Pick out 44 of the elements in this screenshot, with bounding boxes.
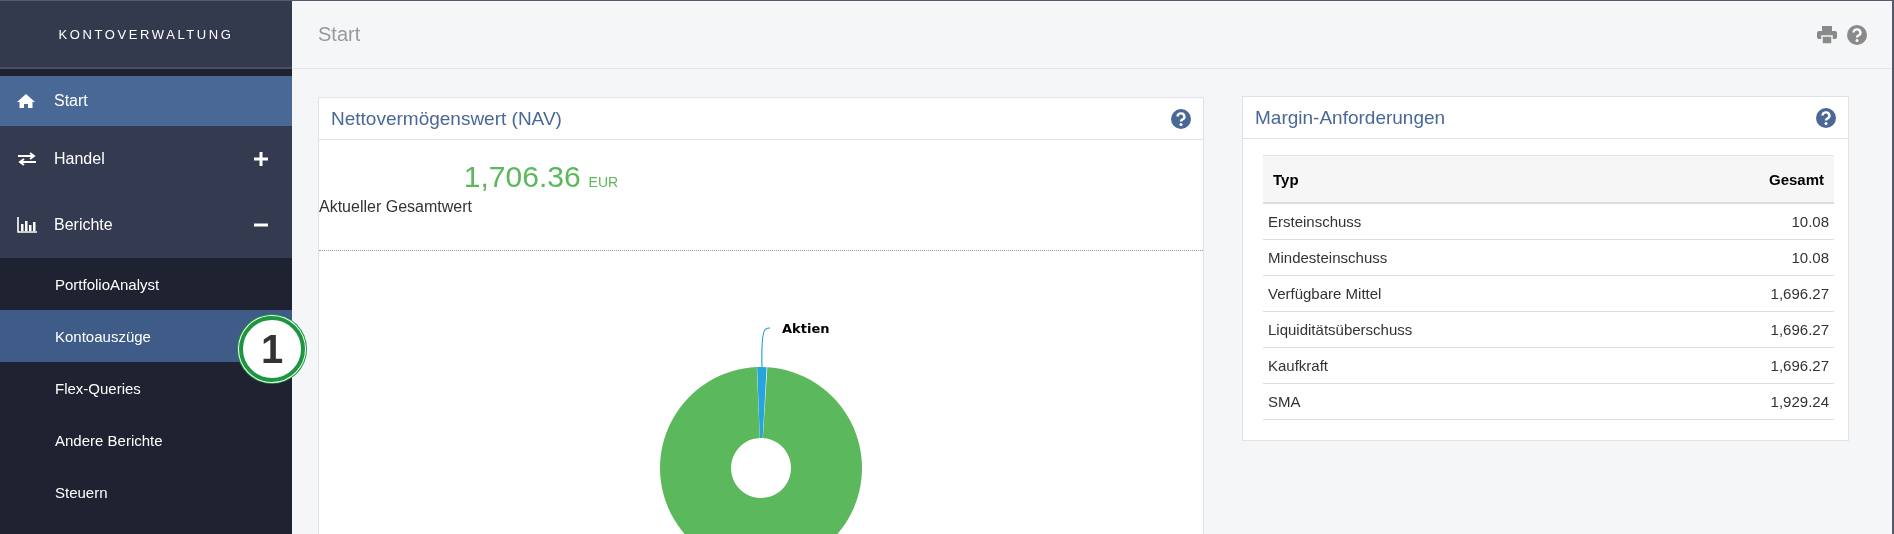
help-icon [1171, 108, 1191, 129]
table-cell: 1,696.27 [1647, 275, 1834, 312]
help-button[interactable] [1847, 24, 1867, 45]
panel-title: Margin-Anforderungen [1255, 106, 1446, 129]
nav-label: Start [54, 92, 89, 110]
currency-label: EUR [588, 174, 619, 190]
chart-label: Aktien [782, 321, 830, 336]
column-header: Typ [1263, 155, 1648, 203]
nav-label: Berichte [54, 216, 114, 234]
table-cell: 1,696.27 [1647, 311, 1834, 348]
table-cell: 10.08 [1647, 239, 1834, 276]
help-icon [1847, 24, 1867, 45]
swap-arrows-icon [17, 152, 37, 166]
column-header: Gesamt [1647, 155, 1834, 203]
value-caption: Aktueller Gesamtwert [319, 198, 472, 216]
leader-line [761, 327, 771, 368]
page-title: Start [318, 23, 361, 46]
help-button[interactable] [1816, 107, 1836, 128]
table-cell: Kaufkraft [1263, 347, 1648, 384]
help-icon [1816, 107, 1836, 128]
nav-item[interactable]: Handel [0, 126, 292, 192]
printer-icon [1817, 25, 1837, 44]
nav-subitem[interactable]: Andere Berichte [0, 414, 292, 466]
table-cell: Verfügbare Mittel [1263, 275, 1648, 312]
table-cell: 1,696.27 [1647, 347, 1834, 384]
panel-title: Nettovermögenswert (NAV) [331, 107, 562, 130]
table-cell: Mindesteinschuss [1263, 239, 1648, 276]
table-cell: Ersteinschuss [1263, 203, 1648, 240]
sidebar-title: KONTOVERWALTUNG [58, 26, 234, 42]
table-cell: SMA [1263, 383, 1648, 420]
home-icon [17, 93, 35, 109]
nav-value: 1,706.36 [463, 160, 581, 194]
table-cell: Liquiditätsüberschuss [1263, 311, 1648, 348]
nav-label: Handel [54, 150, 106, 168]
help-button[interactable] [1171, 108, 1191, 129]
nav-subitem[interactable]: PortfolioAnalyst [0, 258, 292, 310]
table-cell: 10.08 [1647, 203, 1834, 240]
nav-item[interactable]: Start [0, 76, 292, 126]
print-button[interactable] [1817, 24, 1837, 45]
nav-item[interactable]: Berichte [0, 192, 292, 258]
table-cell: 1,929.24 [1647, 383, 1834, 420]
nav-subitem[interactable]: Steuern [0, 466, 292, 518]
bar-chart-icon [17, 217, 37, 233]
step-marker-tooltip: 1 [239, 316, 305, 382]
